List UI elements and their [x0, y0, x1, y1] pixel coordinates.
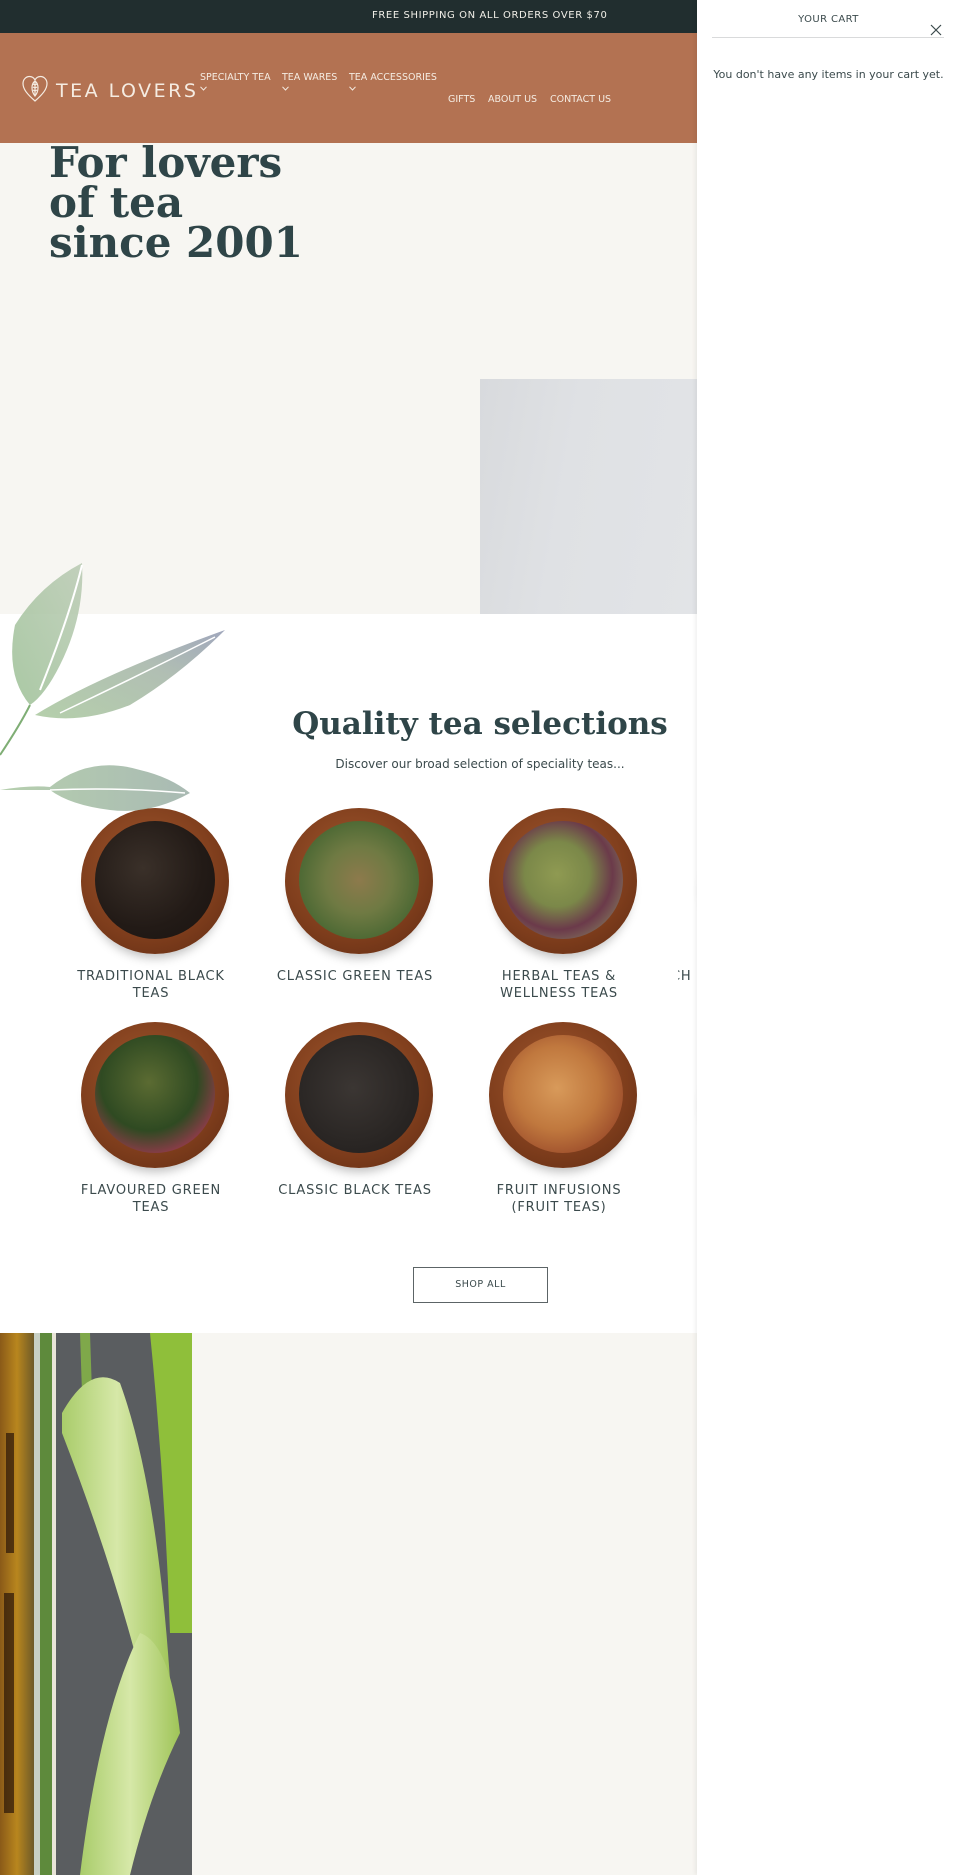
category-label: HERBAL TEAS & WELLNESS TEAS [500, 969, 618, 1001]
nav-label: CONTACT US [550, 94, 612, 105]
nav-tea-wares[interactable]: TEA WARES [282, 72, 338, 91]
category-partial[interactable] [678, 1020, 697, 1170]
category-fruit-infusions[interactable]: FRUIT INFUSIONS (FRUIT TEAS) [474, 1020, 644, 1216]
category-classic-green-teas[interactable]: CLASSIC GREEN TEAS [270, 806, 440, 985]
cart-empty-message: You don't have any items in your cart ye… [713, 68, 944, 81]
chevron-down-icon [200, 85, 207, 93]
section-title: Quality tea selections [292, 706, 668, 742]
category-label: TRADITIONAL BLACK TEAS [77, 969, 225, 1001]
nav-label: SPECIALTY TEA [200, 72, 271, 83]
flavoured-green-bowl-image [76, 1020, 229, 1170]
nav-gifts[interactable]: GIFTS [448, 94, 475, 105]
logo-text: TEA LOVERS [56, 80, 199, 102]
nav-label: ABOUT US [488, 94, 538, 105]
tea-selections-section: Quality tea selections Discover our broa… [0, 614, 697, 1333]
black-tea-bowl-image [76, 806, 229, 956]
nav-tea-accessories[interactable]: TEA ACCESSORIES [349, 72, 437, 91]
fruit-infusion-bowl-image [484, 1020, 637, 1170]
nav-label: TEA WARES [282, 72, 338, 83]
nav-about-us[interactable]: ABOUT US [488, 94, 537, 105]
category-label: FRUIT INFUSIONS (FRUIT TEAS) [496, 1183, 622, 1215]
category-flavoured-green-teas[interactable]: FLAVOURED GREEN TEAS [66, 1020, 236, 1216]
chevron-down-icon [282, 85, 289, 93]
hero-section: For lovers of tea since 2001 [0, 138, 697, 614]
shop-all-button[interactable]: SHOP ALL [413, 1267, 548, 1303]
nav-contact-us[interactable]: CONTACT US [550, 94, 611, 105]
genmaicha-bowl-image [280, 806, 433, 956]
chevron-down-icon [349, 85, 356, 93]
announcement-bar: FREE SHIPPING ON ALL ORDERS OVER $70 [0, 0, 697, 33]
category-traditional-black-teas[interactable]: TRADITIONAL BLACK TEAS [66, 806, 236, 1002]
cart-title: YOUR CART [798, 14, 859, 25]
close-icon[interactable] [929, 22, 943, 36]
category-herbal-wellness-teas[interactable]: HERBAL TEAS & WELLNESS TEAS [474, 806, 644, 1002]
category-label: FLAVOURED GREEN TEAS [80, 1183, 222, 1215]
hero-image [480, 379, 697, 614]
nav-specialty-tea[interactable]: SPECIALTY TEA [200, 72, 271, 91]
category-partial[interactable]: CH [678, 806, 697, 985]
lemongrass-tea-image [0, 1333, 192, 1875]
hero-title: For lovers of tea since 2001 [49, 138, 303, 267]
feature-section [0, 1333, 697, 1875]
category-classic-black-teas[interactable]: CLASSIC BLACK TEAS [270, 1020, 440, 1199]
cart-drawer: YOUR CART You don't have any items in yo… [697, 0, 960, 1875]
site-header: TEA LOVERS SPECIALTY TEA TEA WARES TEA A… [0, 33, 697, 143]
logo-link[interactable]: TEA LOVERS [22, 75, 198, 107]
nav-label: TEA ACCESSORIES [349, 72, 437, 83]
announcement-text: FREE SHIPPING ON ALL ORDERS OVER $70 [372, 10, 608, 21]
nav-label: GIFTS [448, 94, 476, 105]
herbal-tea-bowl-image [484, 806, 637, 956]
classic-black-bowl-image [280, 1020, 433, 1170]
section-subtitle: Discover our broad selection of speciali… [335, 757, 625, 771]
storefront-page: FREE SHIPPING ON ALL ORDERS OVER $70 TEA… [0, 0, 697, 1875]
heart-leaf-icon [22, 75, 48, 107]
category-label: CLASSIC GREEN TEAS [276, 969, 434, 984]
category-label: CLASSIC BLACK TEAS [278, 1183, 432, 1198]
category-label: CH [678, 969, 692, 984]
cart-divider [712, 37, 944, 38]
